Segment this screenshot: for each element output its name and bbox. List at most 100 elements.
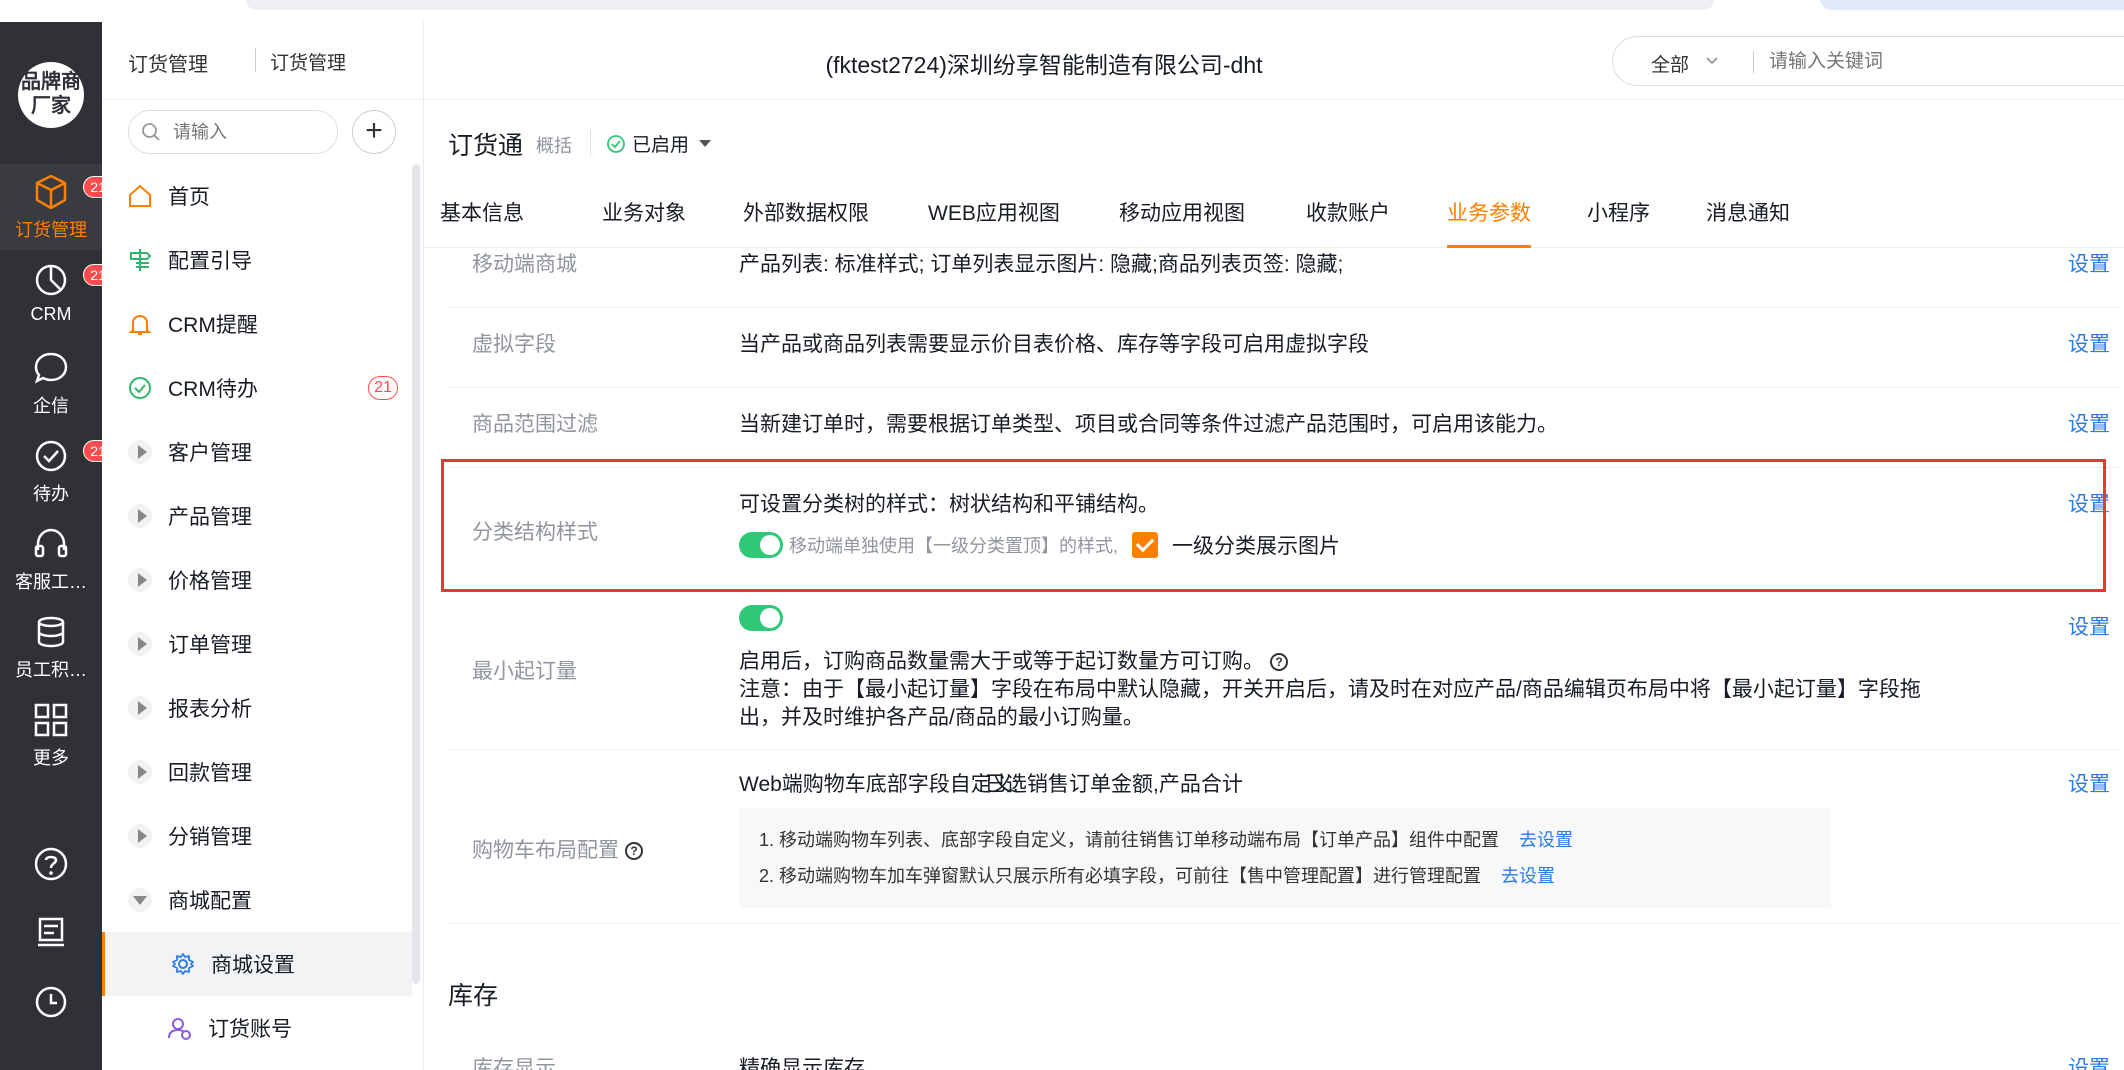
note-icon[interactable] <box>31 912 71 952</box>
settings-row-min-order: 最小起订量 启用后，订购商品数量需大于或等于起订数量方可订购。? 注意：由于【最… <box>448 593 2120 750</box>
check-circle-icon: 21 <box>31 436 113 476</box>
sidebar-item-order-account[interactable]: 订货账号 <box>102 996 412 1060</box>
rail-item-qixin[interactable]: 企信 <box>0 340 102 426</box>
sidebar-search-input[interactable] <box>173 119 323 145</box>
sidebar-item-price-management[interactable]: 价格管理 <box>102 548 412 612</box>
users-icon <box>166 1014 194 1042</box>
check-circle-icon <box>126 374 154 402</box>
tab-business-objects[interactable]: 业务对象 <box>602 184 686 248</box>
caret-right-icon <box>128 824 152 848</box>
breadcrumb-root[interactable]: 订货管理 <box>128 48 208 77</box>
help-circle-icon[interactable]: ? <box>1270 653 1288 672</box>
headset-icon <box>31 524 71 564</box>
caret-right-icon <box>128 440 152 464</box>
sidebar-item-distribution-management[interactable]: 分销管理 <box>102 804 412 868</box>
rail-item-employee-points[interactable]: 员工积… <box>0 604 102 690</box>
app-header: 订货通 概括 已启用 <box>424 100 2124 184</box>
rail-item-order-management[interactable]: 21 订货管理 <box>0 164 113 250</box>
min-order-settings-link[interactable]: 设置 <box>2068 611 2110 641</box>
min-order-toggle[interactable] <box>739 605 783 631</box>
chat-bubble-icon <box>31 348 71 388</box>
min-order-note: 启用后，订购商品数量需大于或等于起订数量方可订购。? <box>739 645 1288 675</box>
cart-popup-settings-link[interactable]: 去设置 <box>1501 866 1555 886</box>
brand-avatar[interactable]: 品牌商 厂家 <box>18 62 84 128</box>
pie-chart-icon: 21 <box>31 260 113 300</box>
add-button[interactable]: + <box>352 110 396 154</box>
cart-layout-info-box: 1. 移动端购物车列表、底部字段自定义，请前往销售订单移动端布局【订单产品】组件… <box>739 808 1831 908</box>
sidebar-search[interactable] <box>128 110 338 154</box>
tab-bar: 基本信息 业务对象 外部数据权限 WEB应用视图 移动应用视图 收款账户 业务参… <box>424 184 2124 248</box>
caret-down-icon <box>128 888 152 912</box>
sidebar-item-product-management[interactable]: 产品管理 <box>102 484 412 548</box>
global-search[interactable]: 全部 <box>1612 36 2124 86</box>
cart-layout-label: 购物车布局配置? <box>472 834 643 864</box>
rail-item-customer-service[interactable]: 客服工… <box>0 516 102 602</box>
database-icon <box>31 612 71 652</box>
breadcrumb: 订货管理 订货管理 <box>102 22 424 100</box>
todo-count-badge: 21 <box>368 376 398 400</box>
settings-row-cart-layout: 购物车布局配置? Web端购物车底部字段自定义: 已选销售订单金额,产品合计 1… <box>448 750 2120 924</box>
virtual-field-settings-link[interactable]: 设置 <box>2068 328 2110 358</box>
sidebar-item-config-guide[interactable]: 配置引导 <box>102 228 412 292</box>
search-icon <box>141 122 161 142</box>
sidebar-item-report-analysis[interactable]: 报表分析 <box>102 676 412 740</box>
tab-message-notification[interactable]: 消息通知 <box>1706 184 1790 248</box>
settings-row-inventory-display: 库存显示 精确显示库存 设置 <box>448 1034 2120 1070</box>
tab-external-data-permission[interactable]: 外部数据权限 <box>743 184 869 248</box>
app-rail: 品牌商 厂家 21 订货管理 21 CRM 企信 21 待办 客服工… 员工积…… <box>0 22 113 1070</box>
header-divider <box>590 130 591 156</box>
bell-icon <box>126 310 154 338</box>
cube-icon: 21 <box>31 172 113 212</box>
sidebar-item-crm-todo[interactable]: CRM待办 21 <box>102 356 412 420</box>
mobile-mall-settings-link[interactable]: 设置 <box>2068 248 2110 278</box>
section-title-inventory: 库存 <box>448 982 499 1010</box>
tab-basic-info[interactable]: 基本信息 <box>440 184 524 248</box>
rail-item-more[interactable]: 更多 <box>0 692 102 778</box>
rail-item-crm[interactable]: 21 CRM <box>0 252 113 338</box>
sidebar-item-payment-management[interactable]: 回款管理 <box>102 740 412 804</box>
sidebar-scrollbar[interactable] <box>412 164 420 984</box>
tab-mobile-app-view[interactable]: 移动应用视图 <box>1119 184 1245 248</box>
sidebar-item-mall-config[interactable]: 商城配置 <box>102 868 412 932</box>
sidebar-item-mall-settings[interactable]: 商城设置 <box>102 932 412 996</box>
breadcrumb-current: 订货管理 <box>270 53 347 74</box>
inventory-display-settings-link[interactable]: 设置 <box>2068 1052 2110 1070</box>
browser-action-pill[interactable] <box>1820 0 2124 10</box>
tab-mini-program[interactable]: 小程序 <box>1587 184 1650 248</box>
caret-right-icon <box>128 696 152 720</box>
rail-item-todo[interactable]: 21 待办 <box>0 428 113 514</box>
browser-address-bar[interactable] <box>245 0 1715 10</box>
tab-web-app-view[interactable]: WEB应用视图 <box>928 184 1060 248</box>
sidebar: 订货管理 订货管理 + 首页 配置引导 CRM提醒 CRM待办 21 客户管理 … <box>102 22 424 1070</box>
app-status-dropdown[interactable]: 已启用 <box>606 130 712 157</box>
sidebar-item-home[interactable]: 首页 <box>102 164 412 228</box>
gear-icon <box>169 950 197 978</box>
search-scope-select[interactable]: 全部 <box>1651 50 1689 77</box>
grid-icon <box>31 700 71 740</box>
sidebar-item-crm-reminder[interactable]: CRM提醒 <box>102 292 412 356</box>
sidebar-item-customer-management[interactable]: 客户管理 <box>102 420 412 484</box>
range-filter-settings-link[interactable]: 设置 <box>2068 408 2110 438</box>
caret-right-icon <box>128 504 152 528</box>
settings-row-virtual-field: 虚拟字段 当产品或商品列表需要显示价目表价格、库存等字段可启用虚拟字段 设置 <box>448 308 2120 388</box>
breadcrumb-divider <box>255 48 256 72</box>
chevron-down-icon[interactable] <box>1703 51 1721 69</box>
global-search-input[interactable] <box>1769 49 2099 75</box>
tab-payment-account[interactable]: 收款账户 <box>1306 184 1390 248</box>
caret-right-icon <box>128 568 152 592</box>
mobile-cart-settings-link[interactable]: 去设置 <box>1519 830 1573 850</box>
help-circle-icon[interactable]: ? <box>625 842 643 861</box>
help-circle-icon[interactable] <box>31 844 71 884</box>
home-icon <box>126 182 154 210</box>
browser-strip <box>0 0 2124 22</box>
top-bar: (fktest2724)深圳纷享智能制造有限公司-dht 全部 <box>424 22 2124 100</box>
highlight-box <box>441 459 2106 592</box>
tab-business-params[interactable]: 业务参数 <box>1447 184 1531 248</box>
check-circle-icon <box>606 134 626 154</box>
app-overview-link[interactable]: 概括 <box>536 132 572 158</box>
cart-layout-settings-link[interactable]: 设置 <box>2068 768 2110 798</box>
sidebar-item-order-management[interactable]: 订单管理 <box>102 612 412 676</box>
app-title: 订货通 <box>448 132 524 160</box>
signpost-icon <box>126 246 154 274</box>
clock-icon[interactable] <box>31 982 71 1022</box>
